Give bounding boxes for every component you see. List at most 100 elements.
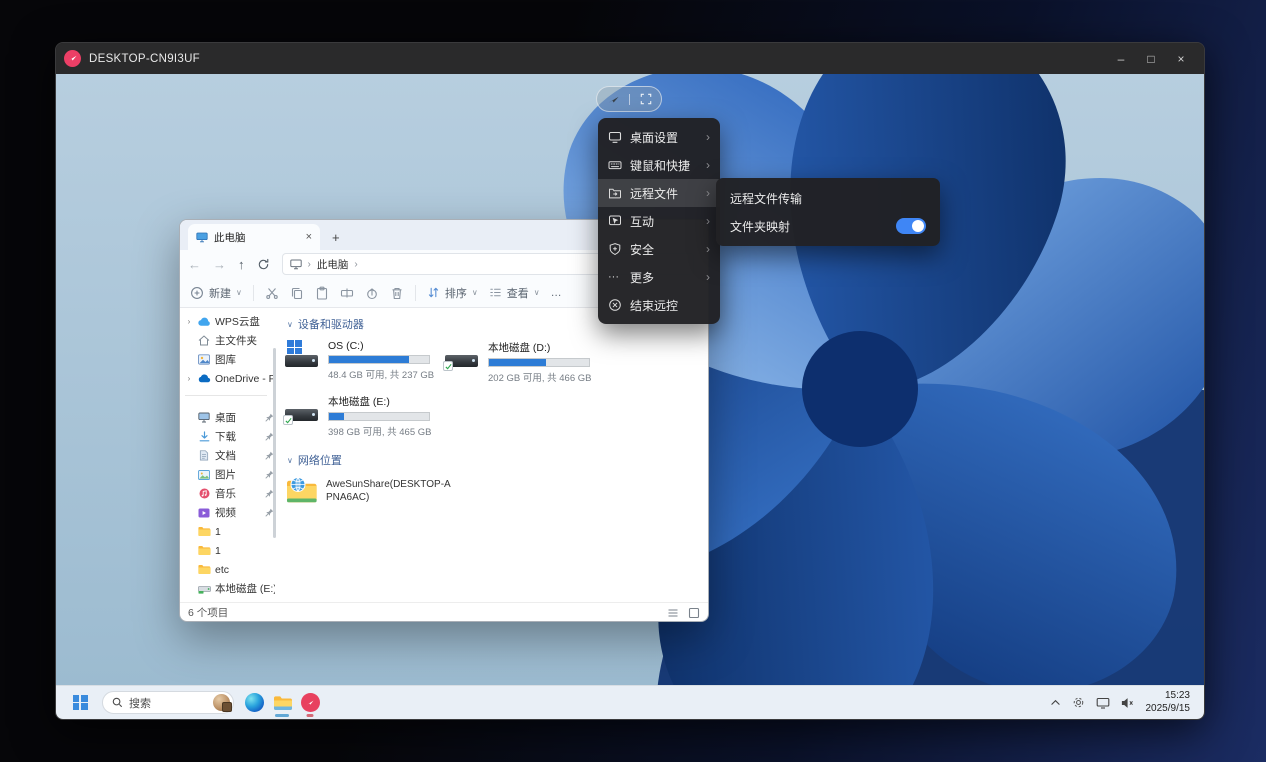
rename-button[interactable]: [340, 286, 354, 300]
sidebar-item-folder-1[interactable]: 1: [180, 522, 277, 541]
end-session-icon: [608, 298, 622, 312]
sidebar-item-wps-cloud[interactable]: › WPS云盘: [180, 312, 277, 331]
desktop-icon: [197, 412, 211, 423]
new-button[interactable]: 新建 ∨: [190, 285, 242, 301]
sidebar-item-gallery[interactable]: 图库: [180, 350, 277, 369]
awesun-bird-icon[interactable]: [607, 93, 620, 106]
menu-item-desktop-settings[interactable]: 桌面设置 ›: [598, 123, 720, 151]
sidebar-item-pictures[interactable]: 图片: [180, 465, 277, 484]
minimize-button[interactable]: –: [1106, 47, 1136, 71]
sidebar-item-home[interactable]: 主文件夹: [180, 331, 277, 350]
shield-icon: [608, 242, 622, 256]
sidebar-item-folder-etc[interactable]: etc: [180, 560, 277, 579]
taskbar-item-edge[interactable]: [240, 689, 268, 717]
forward-button[interactable]: →: [213, 258, 226, 271]
refresh-button[interactable]: [257, 258, 270, 271]
new-plus-icon: [191, 286, 203, 299]
share-button[interactable]: [365, 286, 379, 300]
search-highlight-image[interactable]: [213, 694, 232, 712]
drive-c[interactable]: OS (C:) 48.4 GB 可用, 共 237 GB: [285, 339, 435, 384]
caret-down-icon: ∨: [471, 288, 478, 297]
taskbar-item-awesun[interactable]: [296, 689, 324, 717]
awesun-tray-icon[interactable]: [1072, 696, 1085, 709]
tab-this-pc[interactable]: 此电脑 ×: [188, 224, 320, 250]
menu-item-interact[interactable]: 互动 ›: [598, 207, 720, 235]
remote-desktop[interactable]: 此电脑 × + ← → ↑ › 此电脑 › 新建 ∨ 排序 ∨ 查看 ∨ … ›…: [56, 74, 1204, 685]
sidebar-item-folder-1b[interactable]: 1: [180, 541, 277, 560]
menu-item-keyboard-shortcuts[interactable]: 键鼠和快捷 ›: [598, 151, 720, 179]
awesun-logo-icon: [64, 50, 81, 67]
remote-window-title: DESKTOP-CN9I3UF: [89, 52, 201, 65]
details-view-button[interactable]: [667, 607, 679, 619]
network-share-item[interactable]: AweSunShare(DESKTOP-APNA6AC): [285, 475, 708, 505]
sidebar-item-desktop[interactable]: 桌面: [180, 408, 277, 427]
document-icon: [197, 450, 211, 461]
submenu-item-file-transfer[interactable]: 远程文件传输: [716, 184, 940, 212]
sidebar-item-downloads[interactable]: 下载: [180, 427, 277, 446]
drive-e[interactable]: 本地磁盘 (E:) 398 GB 可用, 共 465 GB: [283, 393, 435, 438]
menu-item-more[interactable]: ··· 更多 ›: [598, 263, 720, 291]
sidebar-item-music[interactable]: 音乐: [180, 484, 277, 503]
new-tab-button[interactable]: +: [332, 224, 340, 250]
fullscreen-icon[interactable]: [640, 93, 652, 105]
wps-cloud-icon: [197, 317, 211, 327]
windows-start-icon: [72, 695, 88, 710]
taskbar-search[interactable]: 搜索: [102, 691, 234, 714]
clock-date: 2025/9/15: [1145, 702, 1191, 714]
folder-icon: [197, 545, 211, 556]
remote-window-titlebar[interactable]: DESKTOP-CN9I3UF – □ ×: [56, 43, 1204, 74]
paste-button[interactable]: [315, 286, 329, 300]
sidebar-item-documents[interactable]: 文档: [180, 446, 277, 465]
folder-mapping-toggle[interactable]: [896, 218, 926, 234]
collapse-icon[interactable]: ∨: [287, 456, 293, 465]
sidebar-scrollbar[interactable]: [273, 348, 276, 538]
maximize-button[interactable]: □: [1136, 47, 1166, 71]
chevron-right-icon: ›: [706, 214, 710, 228]
toolbar-divider: [252, 284, 254, 301]
drive-c-usage-bar: [328, 355, 430, 364]
network-share-icon: [285, 475, 319, 505]
folder-transfer-icon: [608, 186, 622, 200]
awesun-app-icon: [300, 693, 320, 712]
sidebar-item-videos[interactable]: 视频: [180, 503, 277, 522]
onedrive-icon: [197, 374, 211, 383]
cut-button[interactable]: [265, 286, 279, 300]
taskbar-item-explorer[interactable]: [268, 689, 296, 717]
expander-icon[interactable]: ›: [185, 374, 193, 383]
section-network-locations[interactable]: ∨ 网络位置: [287, 452, 708, 468]
taskbar-clock[interactable]: 15:23 2025/9/15: [1146, 690, 1191, 715]
back-button[interactable]: ←: [188, 258, 201, 271]
chevron-right-icon: ›: [706, 270, 710, 284]
delete-button[interactable]: [390, 286, 404, 300]
breadcrumb-this-pc[interactable]: 此电脑: [317, 257, 349, 272]
start-button[interactable]: [66, 689, 94, 717]
menu-item-remote-files[interactable]: 远程文件 ›: [598, 179, 720, 207]
collapse-icon[interactable]: ∨: [287, 320, 293, 329]
open-app-indicator: [306, 713, 314, 717]
submenu-item-folder-mapping[interactable]: 文件夹映射: [716, 212, 940, 240]
up-button[interactable]: ↑: [238, 258, 245, 271]
more-options-button[interactable]: …: [551, 287, 562, 299]
mapped-badge-icon: [283, 415, 293, 425]
cast-display-icon[interactable]: [1096, 697, 1110, 709]
expander-icon[interactable]: ›: [185, 317, 193, 326]
tab-close-icon[interactable]: ×: [306, 231, 312, 243]
sort-button[interactable]: 排序 ∨: [427, 285, 478, 301]
menu-item-end-session[interactable]: 结束远控: [598, 291, 720, 319]
volume-muted-icon[interactable]: [1121, 697, 1135, 709]
toolbar-divider: [414, 284, 416, 301]
close-button[interactable]: ×: [1166, 47, 1196, 71]
sidebar-item-onedrive[interactable]: › OneDrive - Per: [180, 369, 277, 388]
large-icons-view-button[interactable]: [688, 607, 700, 619]
interact-icon: [608, 214, 622, 228]
view-button[interactable]: 查看 ∨: [489, 285, 540, 301]
menu-item-security[interactable]: 安全 ›: [598, 235, 720, 263]
hidden-icons-chevron[interactable]: [1050, 698, 1061, 707]
copy-button[interactable]: [290, 286, 304, 300]
folder-icon: [197, 564, 211, 575]
sidebar-item-drive-e[interactable]: 本地磁盘 (E:): [180, 579, 277, 598]
breadcrumb-separator: ›: [354, 258, 358, 270]
drive-d[interactable]: 本地磁盘 (D:) 202 GB 可用, 共 466 GB: [443, 339, 595, 384]
remote-quick-toolbar[interactable]: [596, 86, 662, 112]
explorer-main-pane: ∨ 设备和驱动器 OS (C:) 48.4 GB 可用, 共 237 GB 本地…: [277, 308, 708, 602]
